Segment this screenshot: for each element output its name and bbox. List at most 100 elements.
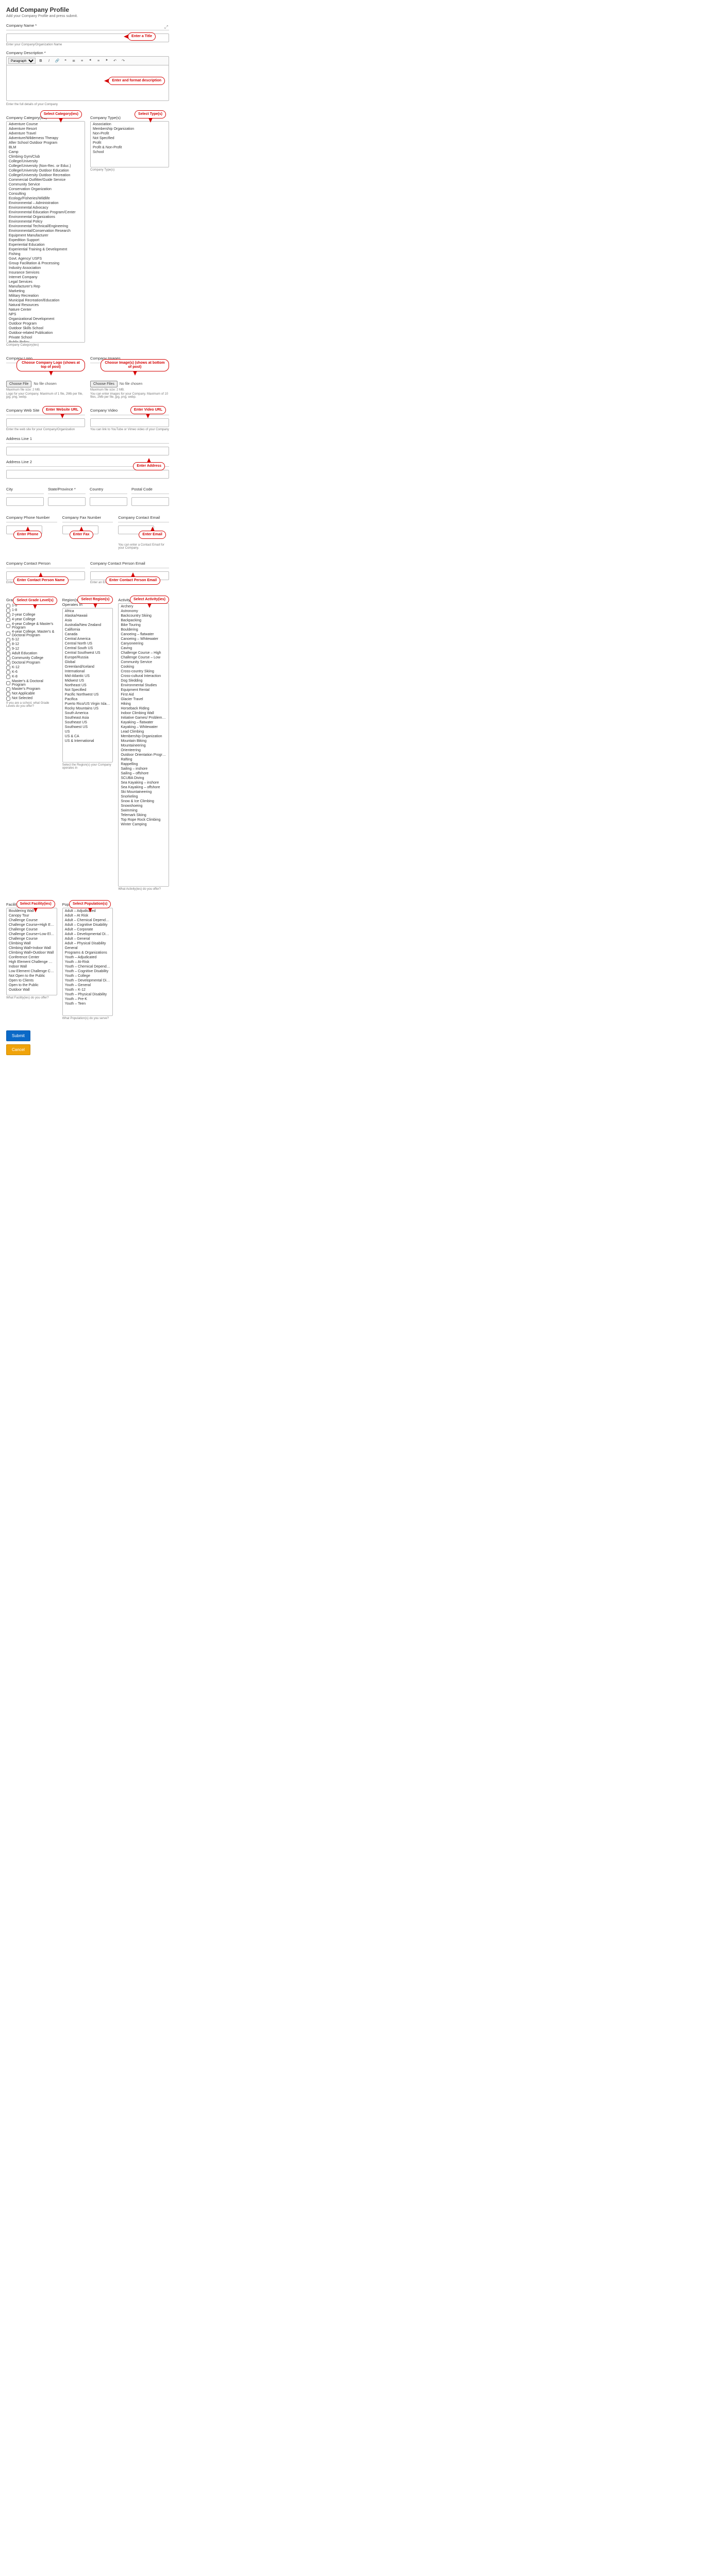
list-item[interactable]: Alaska/Hawaii — [64, 614, 112, 618]
link-icon[interactable]: 🔗 — [54, 58, 60, 64]
list-item[interactable]: School — [92, 150, 168, 155]
list-item[interactable]: Kayaking – Whitewater — [120, 725, 168, 730]
list-item[interactable]: Southeast Asia — [64, 716, 112, 720]
list-item[interactable]: Snow & Ice Climbing — [120, 799, 168, 804]
list-item[interactable]: Climbing Gym/Club — [8, 155, 83, 159]
list-item[interactable]: Open to the Public — [8, 983, 56, 988]
list-item[interactable]: Canoeing – Whitewater — [120, 637, 168, 641]
list-item[interactable]: Environmental/Conservation Research — [8, 229, 83, 233]
list-item[interactable]: Challenge Course+Low Element — [8, 932, 56, 937]
list-item[interactable]: Bike Touring — [120, 623, 168, 628]
list-item[interactable]: International — [64, 669, 112, 674]
list-item[interactable]: Southeast US — [64, 720, 112, 725]
grade-checkbox[interactable] — [6, 604, 10, 608]
list-item[interactable]: Mid-Atlantic US — [64, 674, 112, 679]
list-item[interactable]: Youth – Developmental Disability — [64, 978, 112, 983]
list-item[interactable]: Central South US — [64, 646, 112, 651]
addr1-input[interactable] — [6, 447, 169, 455]
list-item[interactable]: Sailing – inshore — [120, 767, 168, 771]
list-item[interactable]: Glacier Travel — [120, 697, 168, 702]
web-input[interactable] — [6, 418, 85, 427]
paragraph-select[interactable]: Paragraph — [8, 58, 36, 64]
list-item[interactable]: Youth – Adjudicated — [64, 955, 112, 960]
grade-checkbox[interactable] — [6, 618, 10, 622]
list-item[interactable]: Northeast US — [64, 683, 112, 688]
list-item[interactable]: Horseback Riding — [120, 706, 168, 711]
types-listbox[interactable]: AssociationMembership OrganizationNon-Pr… — [90, 121, 169, 167]
cancel-button[interactable]: Cancel — [6, 1044, 30, 1055]
list-item[interactable]: Camp — [8, 150, 83, 155]
list-item[interactable]: Industry Association — [8, 266, 83, 270]
quote-icon[interactable]: ❝ — [62, 58, 69, 64]
list-item[interactable]: Archery — [120, 604, 168, 609]
list-item[interactable]: Adult – Physical Disability — [64, 941, 112, 946]
list-item[interactable]: Experiential Education — [8, 243, 83, 247]
list-item[interactable]: High Element Challenge Course — [8, 960, 56, 964]
list-item[interactable]: Sea Kayaking – inshore — [120, 781, 168, 785]
list-item[interactable]: Europe/Russia — [64, 655, 112, 660]
list-item[interactable]: Youth – Physical Disability — [64, 992, 112, 997]
list-item[interactable]: Profit & Non-Profit — [92, 145, 168, 150]
list-item[interactable]: Not Open to the Public — [8, 974, 56, 978]
list-item[interactable]: Top Rope Rock Climbing — [120, 818, 168, 822]
grade-checkbox[interactable] — [6, 666, 10, 670]
list-item[interactable]: Association — [92, 122, 168, 127]
list-item[interactable]: Puerto Rico/US Virgin Islands — [64, 702, 112, 706]
list-item[interactable]: Telemark Skiing — [120, 813, 168, 818]
grade-checkbox[interactable] — [6, 642, 10, 647]
list-item[interactable]: Military Recreation — [8, 294, 83, 298]
facility-listbox[interactable]: Bouldering WallCanopy TourChallenge Cour… — [6, 908, 57, 995]
list-item[interactable]: Outdoor Orientation Program — [120, 753, 168, 757]
list-item[interactable]: Natural Resources — [8, 303, 83, 308]
list-item[interactable]: SCUBA Diving — [120, 776, 168, 781]
list-item[interactable]: Community Service — [8, 182, 83, 187]
list-item[interactable]: Rocky Mountains US — [64, 706, 112, 711]
submit-button[interactable]: Submit — [6, 1030, 30, 1041]
list-item[interactable]: Environmental Technical/Engineering — [8, 224, 83, 229]
list-item[interactable]: Ski Mountaineering — [120, 790, 168, 794]
list-item[interactable]: Expedition Support — [8, 238, 83, 243]
list-item[interactable]: Community Service — [120, 660, 168, 665]
grade-checkbox[interactable] — [6, 638, 10, 642]
list-item[interactable]: Snowshoeing — [120, 804, 168, 808]
grade-checkbox[interactable] — [6, 632, 10, 636]
list-item[interactable]: Manufacturer's Rep — [8, 284, 83, 289]
list-item[interactable]: Bouldering Wall — [8, 909, 56, 913]
list-item[interactable]: Global — [64, 660, 112, 665]
list-item[interactable]: Environmental Education Program/Center — [8, 210, 83, 215]
grade-checkbox[interactable] — [6, 681, 10, 685]
list-item[interactable]: Kayaking – flatwater — [120, 720, 168, 725]
list-item[interactable]: Environmental Organizations — [8, 215, 83, 219]
align-right-icon[interactable]: ⯈ — [104, 58, 110, 64]
grade-checkbox[interactable] — [6, 624, 10, 628]
list-item[interactable]: Sailing – offshore — [120, 771, 168, 776]
list-item[interactable]: Non-Profit — [92, 131, 168, 136]
list-item[interactable]: College/University Outdoor Education — [8, 168, 83, 173]
list-item[interactable]: Not Specified — [64, 688, 112, 692]
list-item[interactable]: Outdoor Program — [8, 321, 83, 326]
list-item[interactable]: College/University (Non-Rec. or Educ.) — [8, 164, 83, 168]
list-item[interactable]: Municipal Recreation/Education — [8, 298, 83, 303]
list-item[interactable]: Group Facilitation & Processing — [8, 261, 83, 266]
list-item[interactable]: Consulting — [8, 192, 83, 196]
list-item[interactable]: Adult – At Risk — [64, 913, 112, 918]
list-item[interactable]: Backcountry Skiing — [120, 614, 168, 618]
list-item[interactable]: Initiative Games/ Problem Solving Activi… — [120, 716, 168, 720]
grade-checkbox[interactable] — [6, 675, 10, 679]
list-item[interactable]: Asia — [64, 618, 112, 623]
list-item[interactable]: Public Policy — [8, 340, 83, 343]
list-item[interactable]: Challenge Course – High — [120, 651, 168, 655]
list-item[interactable]: Ecology/Fisheries/Wildlife — [8, 196, 83, 201]
list-item[interactable]: Greenland/Iceland — [64, 665, 112, 669]
align-center-icon[interactable]: ≡ — [95, 58, 102, 64]
list-item[interactable]: Australia/New Zealand — [64, 623, 112, 628]
list-item[interactable]: Conference Center — [8, 955, 56, 960]
list-item[interactable]: Outdoor-related Publication — [8, 331, 83, 335]
list-item[interactable]: Caving — [120, 646, 168, 651]
list-item[interactable]: Equipment Manufacturer — [8, 233, 83, 238]
list-item[interactable]: Youth – Pre-K — [64, 997, 112, 1002]
country-input[interactable] — [90, 497, 127, 506]
list-item[interactable]: Astronomy — [120, 609, 168, 614]
list-item[interactable]: Canyoneering — [120, 641, 168, 646]
list-item[interactable]: California — [64, 628, 112, 632]
